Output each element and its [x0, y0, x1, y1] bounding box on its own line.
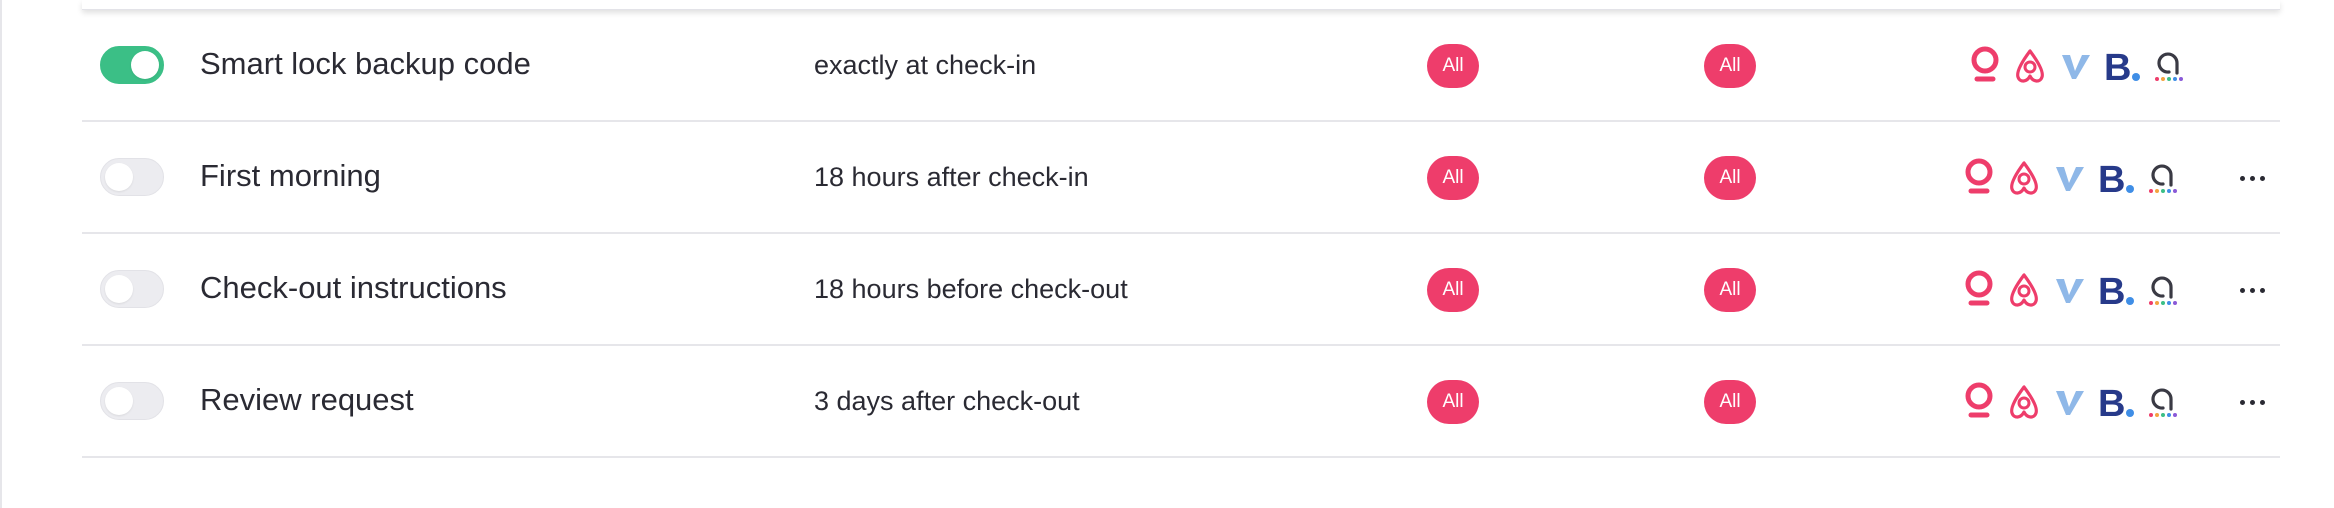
channel-icons: B	[1962, 150, 2190, 206]
channel-dots-icon[interactable]	[2144, 374, 2182, 430]
location-pin-icon[interactable]	[1968, 38, 2002, 94]
location-pin-icon[interactable]	[1962, 262, 1996, 318]
message-timing: 18 hours before check-out	[814, 274, 1128, 304]
channel-dots-icon[interactable]	[2144, 262, 2182, 318]
table-row: First morning 18 hours after check-in Al…	[82, 122, 2280, 234]
message-name[interactable]: Check-out instructions	[200, 270, 507, 306]
message-name[interactable]: Review request	[200, 382, 414, 418]
table-row: Review request 3 days after check-out Al…	[82, 346, 2280, 458]
properties-filter-pill[interactable]: All	[1427, 380, 1479, 424]
booking-com-icon[interactable]: B	[2096, 262, 2136, 318]
svg-text:B: B	[2104, 47, 2131, 87]
toggle-knob	[131, 51, 159, 79]
enable-toggle[interactable]	[100, 382, 164, 420]
svg-text:B: B	[2098, 383, 2125, 423]
airbnb-icon[interactable]	[2010, 38, 2050, 94]
message-name[interactable]: Smart lock backup code	[200, 46, 531, 82]
airbnb-icon[interactable]	[2004, 374, 2044, 430]
table-row: Smart lock backup code exactly at check-…	[82, 10, 2280, 122]
booking-com-icon[interactable]: B	[2102, 38, 2142, 94]
more-options-icon[interactable]	[2232, 384, 2272, 420]
enable-toggle[interactable]	[100, 270, 164, 308]
channel-icons: B	[1962, 374, 2190, 430]
enable-toggle[interactable]	[100, 46, 164, 84]
vrbo-icon[interactable]	[2052, 374, 2088, 430]
channel-dots-icon[interactable]	[2150, 38, 2188, 94]
enable-toggle[interactable]	[100, 158, 164, 196]
location-pin-icon[interactable]	[1962, 374, 1996, 430]
channel-icons: B	[1968, 38, 2196, 94]
booking-com-icon[interactable]: B	[2096, 374, 2136, 430]
channel-dots-icon[interactable]	[2144, 150, 2182, 206]
vrbo-icon[interactable]	[2052, 150, 2088, 206]
message-timing: 3 days after check-out	[814, 386, 1080, 416]
table-header-edge	[82, 0, 2280, 10]
message-timing: exactly at check-in	[814, 50, 1037, 80]
automated-messages-page: Smart lock backup code exactly at check-…	[0, 0, 2334, 508]
vrbo-icon[interactable]	[2058, 38, 2094, 94]
location-pin-icon[interactable]	[1962, 150, 1996, 206]
toggle-knob	[105, 163, 133, 191]
booking-com-icon[interactable]: B	[2096, 150, 2136, 206]
airbnb-icon[interactable]	[2004, 150, 2044, 206]
channel-icons: B	[1962, 262, 2190, 318]
properties-filter-pill[interactable]: All	[1427, 156, 1479, 200]
message-timing: 18 hours after check-in	[814, 162, 1089, 192]
sources-filter-pill[interactable]: All	[1704, 268, 1756, 312]
sources-filter-pill[interactable]: All	[1704, 44, 1756, 88]
svg-text:B: B	[2098, 271, 2125, 311]
left-border	[0, 0, 2, 508]
toggle-knob	[105, 387, 133, 415]
more-options-icon[interactable]	[2232, 160, 2272, 196]
more-options-icon[interactable]	[2232, 272, 2272, 308]
properties-filter-pill[interactable]: All	[1427, 44, 1479, 88]
message-name[interactable]: First morning	[200, 158, 381, 194]
sources-filter-pill[interactable]: All	[1704, 380, 1756, 424]
table-row: Check-out instructions 18 hours before c…	[82, 234, 2280, 346]
airbnb-icon[interactable]	[2004, 262, 2044, 318]
toggle-knob	[105, 275, 133, 303]
messages-table: Smart lock backup code exactly at check-…	[82, 10, 2280, 458]
sources-filter-pill[interactable]: All	[1704, 156, 1756, 200]
svg-text:B: B	[2098, 159, 2125, 199]
vrbo-icon[interactable]	[2052, 262, 2088, 318]
properties-filter-pill[interactable]: All	[1427, 268, 1479, 312]
